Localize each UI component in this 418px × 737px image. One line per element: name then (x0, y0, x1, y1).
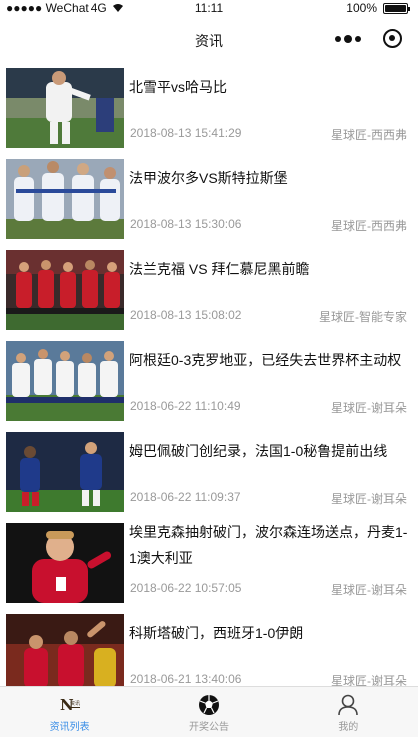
news-thumbnail (6, 341, 124, 421)
soccer-ball-icon (198, 695, 219, 715)
tab-lottery-announcement[interactable]: 开奖公告 (139, 687, 278, 737)
news-list[interactable]: 北雪平vs哈马比 2018-08-13 15:41:29 星球匠-西西弗 法甲波… (0, 62, 418, 686)
news-item[interactable]: 法甲波尔多VS斯特拉斯堡 2018-08-13 15:30:06 星球匠-西西弗 (0, 153, 418, 244)
news-title: 法兰克福 VS 拜仁慕尼黑前瞻 (129, 261, 310, 277)
news-title: 埃里克森抽射破门，波尔森连场送点，丹麦1-1澳大利亚 (129, 524, 408, 566)
tab-news-list[interactable]: N 资讯 资讯列表 (0, 687, 139, 737)
news-thumbnail (6, 523, 124, 603)
tab-bar: N 资讯 资讯列表 开奖公告 我的 (0, 686, 418, 737)
news-thumbnail (6, 614, 124, 686)
close-target-icon[interactable] (383, 29, 402, 48)
mini-program-capsule (335, 29, 402, 48)
news-item[interactable]: 法兰克福 VS 拜仁慕尼黑前瞻 2018-08-13 15:08:02 星球匠-… (0, 244, 418, 335)
news-thumbnail (6, 68, 124, 148)
news-source: 星球匠-谢耳朵 (331, 401, 407, 415)
news-title: 北雪平vs哈马比 (129, 79, 227, 95)
news-logo-icon: N 资讯 (60, 696, 80, 714)
news-thumbnail (6, 432, 124, 512)
tab-label: 资讯列表 (49, 722, 90, 733)
news-item[interactable]: 阿根廷0-3克罗地亚，已经失去世界杯主动权 2018-06-22 11:10:4… (0, 335, 418, 426)
news-thumbnail (6, 159, 124, 239)
tab-label: 我的 (338, 722, 359, 733)
news-time: 2018-06-22 11:10:49 (130, 399, 241, 413)
news-item[interactable]: 埃里克森抽射破门，波尔森连场送点，丹麦1-1澳大利亚 2018-06-22 10… (0, 517, 418, 608)
news-time: 2018-08-13 15:08:02 (130, 308, 242, 322)
tab-mine[interactable]: 我的 (279, 687, 418, 737)
person-icon (338, 694, 359, 716)
news-item[interactable]: 北雪平vs哈马比 2018-08-13 15:41:29 星球匠-西西弗 (0, 62, 418, 153)
news-title: 阿根廷0-3克罗地亚，已经失去世界杯主动权 (129, 352, 402, 368)
battery-icon (383, 2, 410, 14)
news-time: 2018-08-13 15:41:29 (130, 126, 242, 140)
news-title: 法甲波尔多VS斯特拉斯堡 (129, 170, 288, 186)
news-source: 星球匠-西西弗 (331, 219, 407, 233)
news-time: 2018-06-22 11:09:37 (130, 490, 241, 504)
battery-percent: 100% (346, 1, 377, 15)
news-time: 2018-06-22 10:57:05 (130, 581, 242, 595)
status-battery: 100% (346, 1, 410, 15)
news-thumbnail (6, 250, 124, 330)
news-title: 科斯塔破门，西班牙1-0伊朗 (129, 625, 304, 641)
news-source: 星球匠-谢耳朵 (331, 492, 407, 506)
svg-text:资讯: 资讯 (70, 700, 80, 707)
tab-label: 开奖公告 (188, 722, 229, 733)
news-source: 星球匠-谢耳朵 (331, 583, 407, 597)
news-item[interactable]: 姆巴佩破门创纪录，法国1-0秘鲁提前出线 2018-06-22 11:09:37… (0, 426, 418, 517)
news-time: 2018-06-21 13:40:06 (130, 672, 242, 686)
news-time: 2018-08-13 15:30:06 (130, 217, 242, 231)
news-title: 姆巴佩破门创纪录，法国1-0秘鲁提前出线 (129, 443, 388, 459)
news-item[interactable]: 科斯塔破门，西班牙1-0伊朗 2018-06-21 13:40:06 星球匠-谢… (0, 608, 418, 686)
news-source: 星球匠-智能专家 (319, 310, 407, 324)
nav-bar: 资讯 (0, 18, 418, 62)
news-source: 星球匠-西西弗 (331, 128, 407, 142)
more-options-icon[interactable] (335, 34, 361, 43)
news-source: 星球匠-谢耳朵 (331, 674, 407, 686)
status-bar: ●●●●● WeChat 4G 11:11 100% (0, 0, 418, 18)
